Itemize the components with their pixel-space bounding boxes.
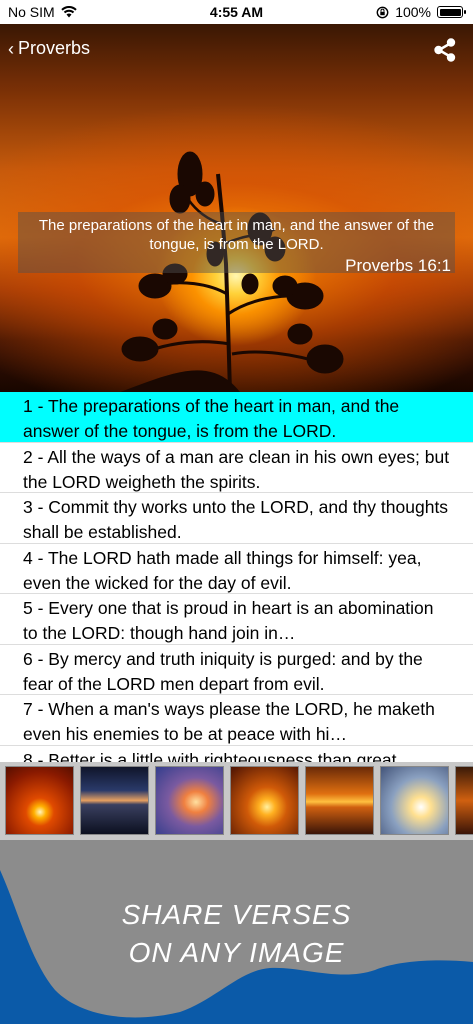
verse-row[interactable]: 7 - When a man's ways please the LORD, h… [0,695,473,746]
plant-silhouette [120,151,344,392]
chevron-left-icon: ‹ [8,38,14,59]
background-thumbnail[interactable] [455,766,473,835]
verse-row[interactable]: 5 - Every one that is proud in heart is … [0,594,473,645]
background-picker[interactable] [0,762,473,840]
orientation-lock-icon [376,6,389,18]
background-thumbnail[interactable] [380,766,449,835]
battery-percent: 100% [395,4,431,20]
overlay-verse-text: The preparations of the heart in man, an… [38,217,435,253]
promo-line-1: SHARE VERSES [121,899,352,930]
status-bar: No SIM 4:55 AM 100% [0,0,473,24]
verse-image-preview[interactable]: ‹ Proverbs The preparations of the heart… [0,24,473,392]
battery-icon [437,6,466,18]
promo-line-2: ON ANY IMAGE [128,937,345,968]
verse-row[interactable]: 8 - Better is a little with righteousnes… [0,746,473,763]
verse-row[interactable]: 6 - By mercy and truth iniquity is purge… [0,645,473,695]
back-button-label: Proverbs [18,38,91,58]
verse-overlay[interactable]: The preparations of the heart in man, an… [18,212,455,275]
background-thumbnail[interactable] [80,766,149,835]
promo-banner: SHARE VERSES ON ANY IMAGE [0,840,473,1024]
verse-list[interactable]: 1 - The preparations of the heart in man… [0,392,473,762]
background-thumbnail[interactable] [5,766,74,835]
verse-row[interactable]: 3 - Commit thy works unto the LORD, and … [0,493,473,544]
share-icon[interactable] [431,36,459,64]
background-thumbnail[interactable] [305,766,374,835]
status-right: 100% [376,4,466,20]
verse-row[interactable]: 2 - All the ways of a man are clean in h… [0,443,473,493]
background-thumbnail[interactable] [155,766,224,835]
overlay-verse-reference: Proverbs 16:1 [345,256,451,275]
background-thumbnail[interactable] [230,766,299,835]
verse-row[interactable]: 4 - The LORD hath made all things for hi… [0,544,473,594]
verse-row-selected[interactable]: 1 - The preparations of the heart in man… [0,392,473,443]
promo-text: SHARE VERSES ON ANY IMAGE [0,896,473,972]
back-button[interactable]: ‹ Proverbs [8,38,90,59]
